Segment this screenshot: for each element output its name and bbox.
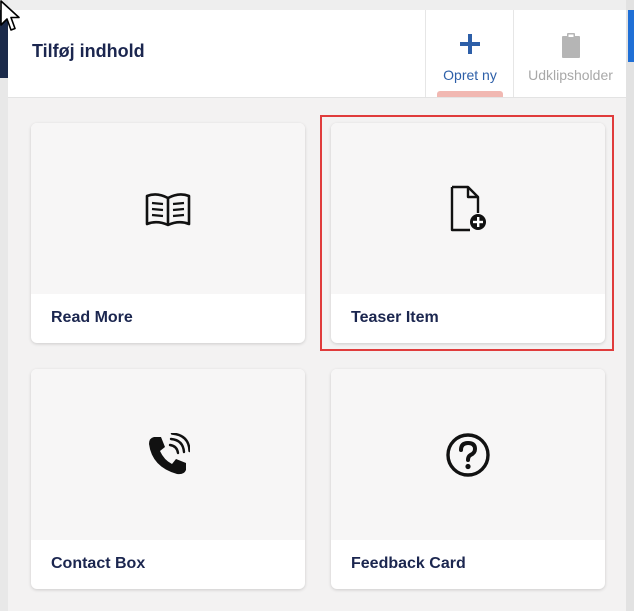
book-open-icon [145, 192, 191, 226]
card-label: Contact Box [51, 555, 146, 572]
phone-ringing-icon [149, 432, 190, 474]
dialog-title: Tilføj indhold [32, 41, 145, 61]
card-label: Feedback Card [351, 555, 466, 572]
card-feedback-card[interactable]: Feedback Card [331, 369, 605, 589]
card-icon-area [31, 123, 305, 294]
active-tab-indicator [437, 91, 503, 97]
card-label: Teaser Item [351, 309, 439, 326]
add-content-dialog: Tilføj indhold Opret ny Udklipsholder Re… [8, 10, 626, 611]
card-read-more[interactable]: Read More [31, 123, 305, 343]
card-icon-area [331, 369, 605, 540]
background-app-right [626, 0, 634, 611]
card-teaser-item[interactable]: Teaser Item [331, 123, 605, 343]
tab-clipboard-label: Udklipsholder [528, 67, 613, 83]
background-app-left [0, 0, 8, 611]
card-contact-box[interactable]: Contact Box [31, 369, 305, 589]
tab-clipboard[interactable]: Udklipsholder [513, 10, 626, 97]
question-circle-icon [446, 432, 490, 477]
card-icon-area [331, 123, 605, 294]
document-add-icon [450, 185, 486, 231]
tab-create-new[interactable]: Opret ny [425, 10, 514, 97]
tab-create-new-label: Opret ny [443, 67, 497, 83]
mouse-cursor-icon [0, 0, 20, 31]
card-icon-area [31, 369, 305, 540]
card-label: Read More [51, 309, 133, 326]
dialog-header: Tilføj indhold Opret ny Udklipsholder [8, 10, 626, 98]
background-app-accent [628, 10, 634, 62]
plus-icon [426, 33, 514, 57]
clipboard-icon [514, 33, 626, 58]
